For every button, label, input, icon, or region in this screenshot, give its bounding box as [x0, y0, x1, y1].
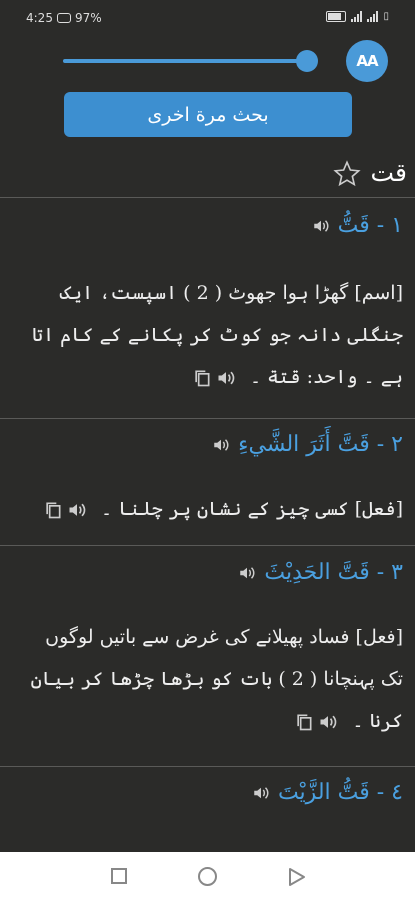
battery-percentage: 97% [74, 11, 102, 25]
entry-heading-text: ٣ - قَتَّ الحَدِيْثَ [264, 560, 403, 585]
vibrate-icon: ▯ [383, 11, 389, 22]
data-saver-icon [56, 13, 71, 23]
entry-heading: ١ - قَتُّ [312, 213, 403, 238]
speaker-icon[interactable] [212, 436, 230, 454]
word-title: قت [370, 158, 408, 187]
search-again-button[interactable]: بحث مرة اخرى [64, 92, 352, 137]
star-outline-icon[interactable] [333, 160, 361, 188]
copy-icon[interactable] [294, 712, 314, 732]
entry-heading-text: ٤ - قَتُّ الزَّيْتَ [277, 780, 403, 805]
status-time: 4:25 [26, 11, 53, 25]
entry-heading: ٤ - قَتُّ الزَّيْتَ [252, 780, 403, 805]
entry-body: [فعل] فساد پھیلانے کی غرض سے باتیں لوگوں… [23, 616, 403, 742]
copy-icon[interactable] [192, 368, 212, 388]
entry-heading: ٢ - قَتَّ أَثَرَ الشَّيءِ [212, 432, 403, 457]
entry-tools [294, 712, 338, 732]
divider [0, 545, 415, 546]
entry-body: [فعل] کسی چیز کے نشان پر چلنا ۔ [23, 488, 403, 530]
copy-icon[interactable] [43, 500, 63, 520]
divider [0, 766, 415, 767]
entry-text: [فعل] کسی چیز کے نشان پر چلنا ۔ [100, 498, 403, 520]
entry-tools [192, 368, 236, 388]
font-size-slider[interactable] [63, 59, 309, 63]
font-size-slider-thumb[interactable] [296, 50, 318, 72]
speaker-icon[interactable] [318, 712, 338, 732]
battery-icon [326, 11, 347, 22]
word-header: قت [0, 150, 415, 196]
divider [0, 418, 415, 419]
speaker-icon[interactable] [238, 564, 256, 582]
speaker-icon[interactable] [216, 368, 236, 388]
speaker-icon[interactable] [312, 217, 330, 235]
divider [0, 197, 415, 198]
entry-heading: ٣ - قَتَّ الحَدِيْثَ [238, 560, 403, 585]
status-bar: 4:25 97% ▯ [0, 0, 415, 36]
recents-button[interactable] [111, 868, 127, 884]
entry-text: [فعل] فساد پھیلانے کی غرض سے باتیں لوگوں… [30, 626, 403, 732]
speaker-icon[interactable] [252, 784, 270, 802]
home-button[interactable] [198, 867, 217, 886]
system-navigation-bar [0, 852, 415, 900]
signal-icon [351, 11, 363, 22]
entry-heading-text: ٢ - قَتَّ أَثَرَ الشَّيءِ [238, 432, 403, 457]
entry-body: [اسم] گھڑا ہوا جھوٹ ( 2 ) اسپست، ایک جنگ… [23, 272, 403, 398]
entry-heading-text: ١ - قَتُّ [337, 213, 403, 238]
signal-icon-2 [367, 11, 379, 22]
font-size-button[interactable]: AA [346, 40, 388, 82]
speaker-icon[interactable] [67, 500, 87, 520]
entry-tools [43, 500, 87, 520]
back-button[interactable] [288, 867, 306, 887]
